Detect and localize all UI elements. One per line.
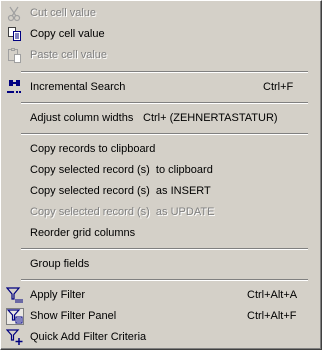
- menu-item-label: Copy selected record (s) as UPDATE: [30, 206, 215, 218]
- menu-item-adjust-column-widths[interactable]: Adjust column widths Ctrl+ (ZEHNERTASTAT…: [3, 109, 319, 128]
- menu-item-shortcut: Ctrl+Alt+A: [247, 289, 298, 301]
- menu-item-paste-cell-value: Paste cell value: [3, 46, 319, 65]
- menu-item-show-filter-panel[interactable]: Show Filter Panel Ctrl+Alt+F: [3, 307, 319, 326]
- menu-item-label: Adjust column widths: [30, 112, 134, 124]
- menu-item-cut-cell-value: Cut cell value: [3, 4, 319, 23]
- menu-item-label: Incremental Search: [30, 81, 126, 93]
- menu-item-label: Group fields: [30, 258, 90, 270]
- menu-item-shortcut: Ctrl+F: [263, 81, 294, 93]
- paste-icon: [6, 47, 24, 64]
- menu-item-label: Copy records to clipboard: [30, 143, 156, 155]
- filter-icon: [5, 287, 24, 304]
- menu-separator: [21, 248, 308, 250]
- menu-item-label: Copy selected record (s) as INSERT: [30, 185, 211, 197]
- menu-item-label: Copy selected record (s) to clipboard: [30, 164, 213, 176]
- menu-item-copy-records[interactable]: Copy records to clipboard: [3, 140, 319, 159]
- copy-icon: [6, 26, 24, 43]
- menu-separator: [21, 133, 308, 135]
- menu-item-label: Paste cell value: [30, 49, 108, 61]
- binoculars-search-icon: [6, 79, 24, 96]
- menu-item-label: Show Filter Panel: [30, 310, 117, 322]
- filter-panel-icon: [6, 308, 24, 325]
- scissors-icon: [6, 5, 24, 22]
- menu-item-copy-selected-clipboard[interactable]: Copy selected record (s) to clipboard: [3, 161, 319, 180]
- menu-item-label: Cut cell value: [30, 7, 97, 19]
- menu-item-copy-cell-value[interactable]: Copy cell value: [3, 25, 319, 44]
- menu-item-shortcut: Ctrl+ (ZEHNERTASTATUR): [143, 112, 278, 124]
- menu-item-copy-selected-insert[interactable]: Copy selected record (s) as INSERT: [3, 182, 319, 201]
- menu-item-apply-filter[interactable]: Apply Filter Ctrl+Alt+A: [3, 286, 319, 305]
- context-menu: Cut cell value Copy cell value Paste cel…: [0, 0, 322, 350]
- menu-item-copy-selected-update: Copy selected record (s) as UPDATE: [3, 203, 319, 222]
- menu-item-label: Reorder grid columns: [30, 227, 136, 239]
- menu-item-group-fields[interactable]: Group fields: [3, 255, 319, 274]
- menu-item-reorder-grid-columns[interactable]: Reorder grid columns: [3, 224, 319, 243]
- menu-item-shortcut: Ctrl+Alt+F: [247, 310, 297, 322]
- menu-item-label: Quick Add Filter Criteria: [30, 331, 147, 343]
- filter-add-icon: [5, 329, 24, 346]
- menu-separator: [21, 102, 308, 104]
- menu-item-label: Copy cell value: [30, 28, 105, 40]
- menu-item-incremental-search[interactable]: Incremental Search Ctrl+F: [3, 78, 319, 97]
- menu-separator: [21, 279, 308, 281]
- menu-item-label: Apply Filter: [30, 289, 86, 301]
- menu-item-quick-add-filter[interactable]: Quick Add Filter Criteria: [3, 328, 319, 347]
- menu-separator: [21, 71, 308, 73]
